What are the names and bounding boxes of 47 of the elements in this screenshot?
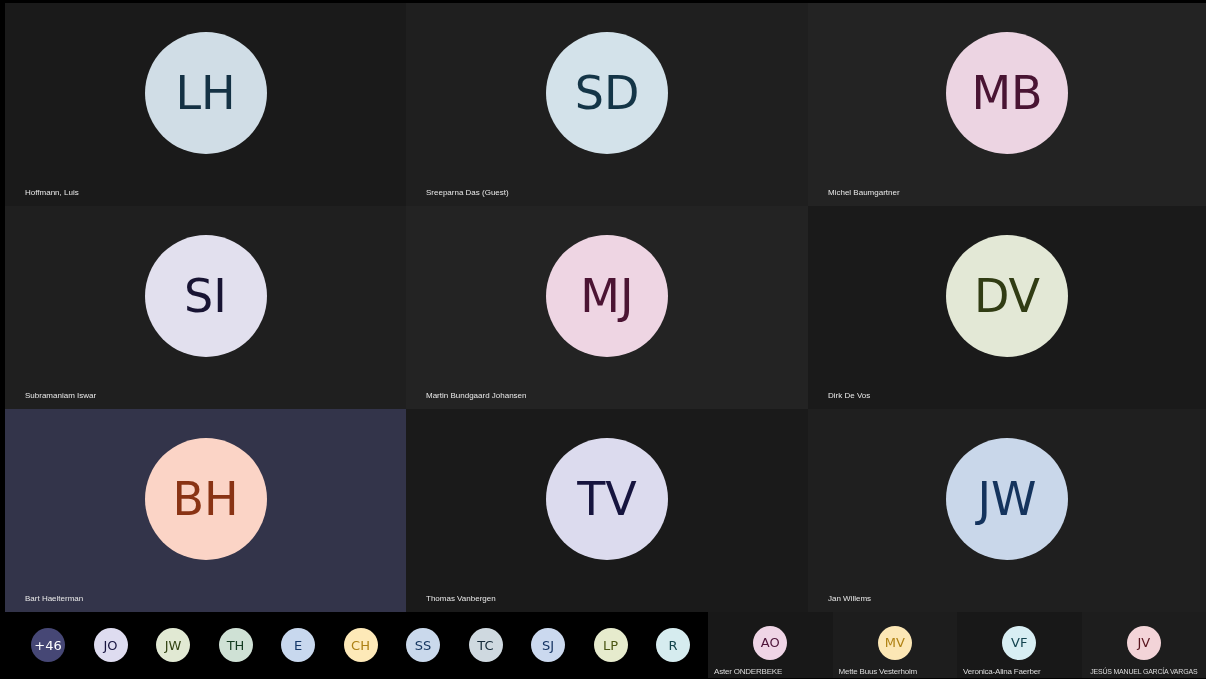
avatar[interactable]: R [656,628,690,662]
avatar: AO [753,625,788,660]
video-tile[interactable]: MV Mette Buus Vesterholm [832,612,957,678]
avatar: MV [877,625,912,660]
avatar: DV [946,234,1068,357]
participant-name: Mette Buus Vesterholm [837,667,917,677]
avatar: JV [1126,625,1161,660]
video-tile[interactable]: TV Thomas Vanbergen [406,409,808,612]
participant-name: Hoffmann, Luis [25,188,80,198]
avatar[interactable]: +46 [31,628,65,662]
participant-name: Thomas Vanbergen [426,594,497,604]
video-tile[interactable]: DV Dirk De Vos [808,206,1206,409]
participant-name: Veronica-Alina Faerber [962,667,1041,677]
participant-name: Bart Haelterman [25,594,85,604]
participant-name: Dirk De Vos [828,391,872,401]
avatar: MB [946,31,1068,154]
video-tile[interactable]: SD Sreeparna Das (Guest) [406,3,808,206]
avatar[interactable]: SS [406,628,440,662]
avatar[interactable]: E [281,628,315,662]
avatar: TV [546,437,668,560]
avatar: SD [546,31,668,154]
avatar: LH [144,31,267,154]
avatar[interactable]: JW [156,628,190,662]
participant-name: Aster ONDERBEKE [713,667,783,677]
avatar: SI [144,234,267,357]
avatar: JW [946,437,1068,560]
video-tile[interactable]: MJ Martin Bundgaard Johansen [406,206,808,409]
video-tile[interactable]: MB Michel Baumgartner [808,3,1206,206]
avatar: VF [1002,625,1037,660]
participant-name: Michel Baumgartner [828,188,901,198]
video-tile[interactable]: JW Jan Willems [808,409,1206,612]
avatar[interactable]: SJ [531,628,565,662]
video-tile[interactable]: AO Aster ONDERBEKE [708,612,833,678]
avatar[interactable]: TH [218,628,253,662]
avatar: BH [144,437,267,560]
avatar: MJ [546,234,668,357]
avatar[interactable]: LP [593,628,628,662]
participant-name: Jan Willems [828,594,873,604]
avatar[interactable]: TC [468,628,503,662]
video-tile[interactable]: VF Veronica-Alina Faerber [957,612,1082,678]
participant-name: Sreeparna Das (Guest) [426,188,510,198]
video-tile[interactable]: SI Subramaniam Iswar [5,206,406,409]
participant-name: Subramaniam Iswar [25,391,98,401]
video-tile[interactable]: LH Hoffmann, Luis [5,3,406,206]
video-tile[interactable]: BH Bart Haelterman [5,409,406,612]
avatar[interactable]: JO [93,628,128,662]
participant-name: Martin Bundgaard Johansen [426,391,528,401]
